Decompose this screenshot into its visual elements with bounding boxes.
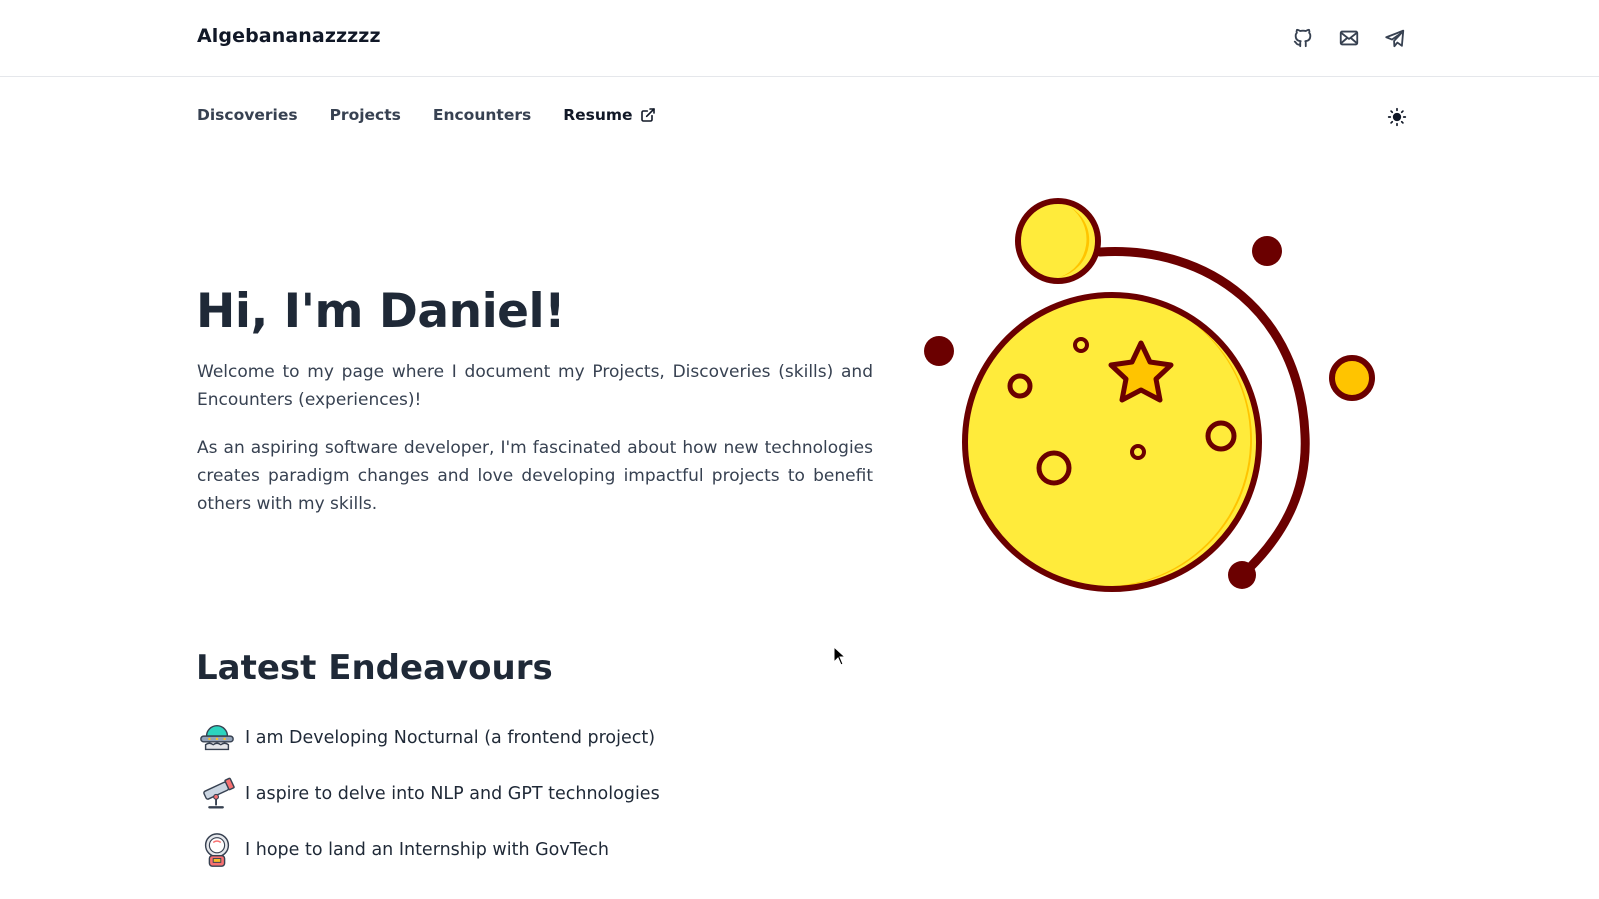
- hero-description-paragraph: As an aspiring software developer, I'm f…: [197, 438, 873, 514]
- planet-illustration: [920, 195, 1410, 615]
- nav-projects[interactable]: Projects: [330, 106, 401, 124]
- top-bar: Algebananazzzzz: [0, 0, 1599, 77]
- telegram-icon[interactable]: [1383, 26, 1407, 50]
- theme-toggle-button[interactable]: [1386, 106, 1408, 128]
- astronaut-icon: [197, 830, 237, 870]
- hero-intro-paragraph: Welcome to my page where I document my P…: [197, 362, 873, 410]
- external-link-icon: [640, 108, 655, 122]
- nav-resume[interactable]: Resume: [563, 106, 655, 124]
- nav-encounters[interactable]: Encounters: [433, 106, 531, 124]
- hero-title: Hi, I'm Daniel!: [196, 284, 566, 339]
- mouse-cursor-icon: [833, 646, 847, 666]
- social-links: [1291, 26, 1407, 50]
- endeavour-text: I aspire to delve into NLP and GPT techn…: [245, 784, 660, 804]
- ufo-icon: [197, 718, 237, 758]
- list-item: I aspire to delve into NLP and GPT techn…: [197, 774, 660, 814]
- nav-resume-label: Resume: [563, 106, 633, 124]
- endeavour-text: I am Developing Nocturnal (a frontend pr…: [245, 728, 656, 748]
- endeavours-list: I am Developing Nocturnal (a frontend pr…: [197, 718, 660, 886]
- mail-icon[interactable]: [1337, 26, 1361, 50]
- endeavours-title: Latest Endeavours: [196, 648, 553, 688]
- nav-discoveries[interactable]: Discoveries: [197, 106, 298, 124]
- list-item: I am Developing Nocturnal (a frontend pr…: [197, 718, 660, 758]
- endeavour-text: I hope to land an Internship with GovTec…: [245, 840, 609, 860]
- list-item: I hope to land an Internship with GovTec…: [197, 830, 660, 870]
- github-icon[interactable]: [1291, 26, 1315, 50]
- site-brand[interactable]: Algebananazzzzz: [197, 25, 381, 47]
- sun-icon: [1387, 107, 1407, 127]
- telescope-icon: [197, 774, 237, 814]
- main-nav: Discoveries Projects Encounters Resume: [197, 106, 688, 124]
